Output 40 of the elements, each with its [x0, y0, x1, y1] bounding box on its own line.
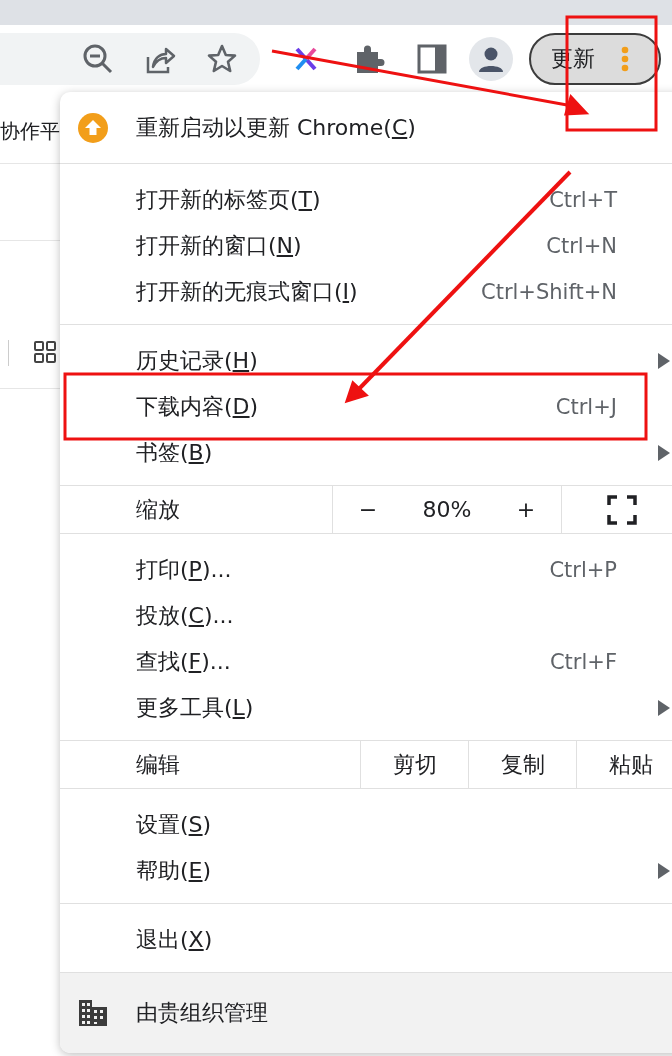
shortcut-text: Ctrl+P: [549, 558, 617, 582]
menu-item[interactable]: 投放(C)...: [60, 593, 672, 639]
profile-avatar[interactable]: [469, 36, 513, 81]
zoom-label: 缩放: [135, 495, 181, 524]
edit-action-button[interactable]: 剪切: [360, 741, 468, 788]
zoom-in-button[interactable]: +: [510, 497, 542, 522]
managed-item[interactable]: 由贵组织管理: [60, 973, 672, 1053]
shortcut-text: Ctrl+N: [546, 234, 617, 258]
menu-item[interactable]: 历史记录(H): [60, 338, 672, 384]
menu-item[interactable]: 查找(F)... Ctrl+F: [60, 639, 672, 685]
menu-item[interactable]: 设置(S): [60, 802, 672, 848]
menu-item[interactable]: 打开新的窗口(N) Ctrl+N: [60, 223, 672, 269]
bookmark-item[interactable]: 协作平: [0, 118, 60, 145]
update-icon: [78, 113, 108, 143]
menu-item[interactable]: 帮助(E): [60, 848, 672, 894]
building-icon: [78, 998, 108, 1028]
side-panel-icon[interactable]: [416, 42, 448, 75]
shortcut-text: Ctrl+Shift+N: [481, 280, 617, 304]
menu-item[interactable]: 退出(X): [60, 917, 672, 963]
zoom-out-button[interactable]: −: [352, 497, 384, 522]
grid-icon[interactable]: [33, 340, 57, 364]
shortcut-text: Ctrl+J: [555, 395, 617, 419]
menu-item[interactable]: 打印(P)... Ctrl+P: [60, 547, 672, 593]
shortcut-text: Ctrl+F: [549, 650, 617, 674]
menu-item[interactable]: 书签(B): [60, 430, 672, 476]
edit-action-button[interactable]: 粘贴: [576, 741, 672, 788]
menu-item[interactable]: 下载内容(D) Ctrl+J: [60, 384, 672, 430]
zoom-value: 80%: [422, 497, 472, 522]
menu-item[interactable]: 打开新的标签页(T) Ctrl+T: [60, 177, 672, 223]
menu-item[interactable]: 更多工具(L): [60, 685, 672, 731]
shortcut-text: Ctrl+T: [549, 188, 617, 212]
menu-item[interactable]: 打开新的无痕式窗口(I) Ctrl+Shift+N: [60, 269, 672, 315]
edit-action-button[interactable]: 复制: [468, 741, 576, 788]
zoom-out-icon[interactable]: [82, 42, 114, 75]
fullscreen-icon[interactable]: [607, 494, 637, 525]
menu-item[interactable]: 重新启动以更新 Chrome(C): [60, 105, 672, 151]
edit-label: 编辑: [135, 750, 181, 779]
star-icon[interactable]: [206, 42, 238, 75]
more-icon: [621, 45, 629, 72]
address-bar[interactable]: [0, 32, 260, 85]
